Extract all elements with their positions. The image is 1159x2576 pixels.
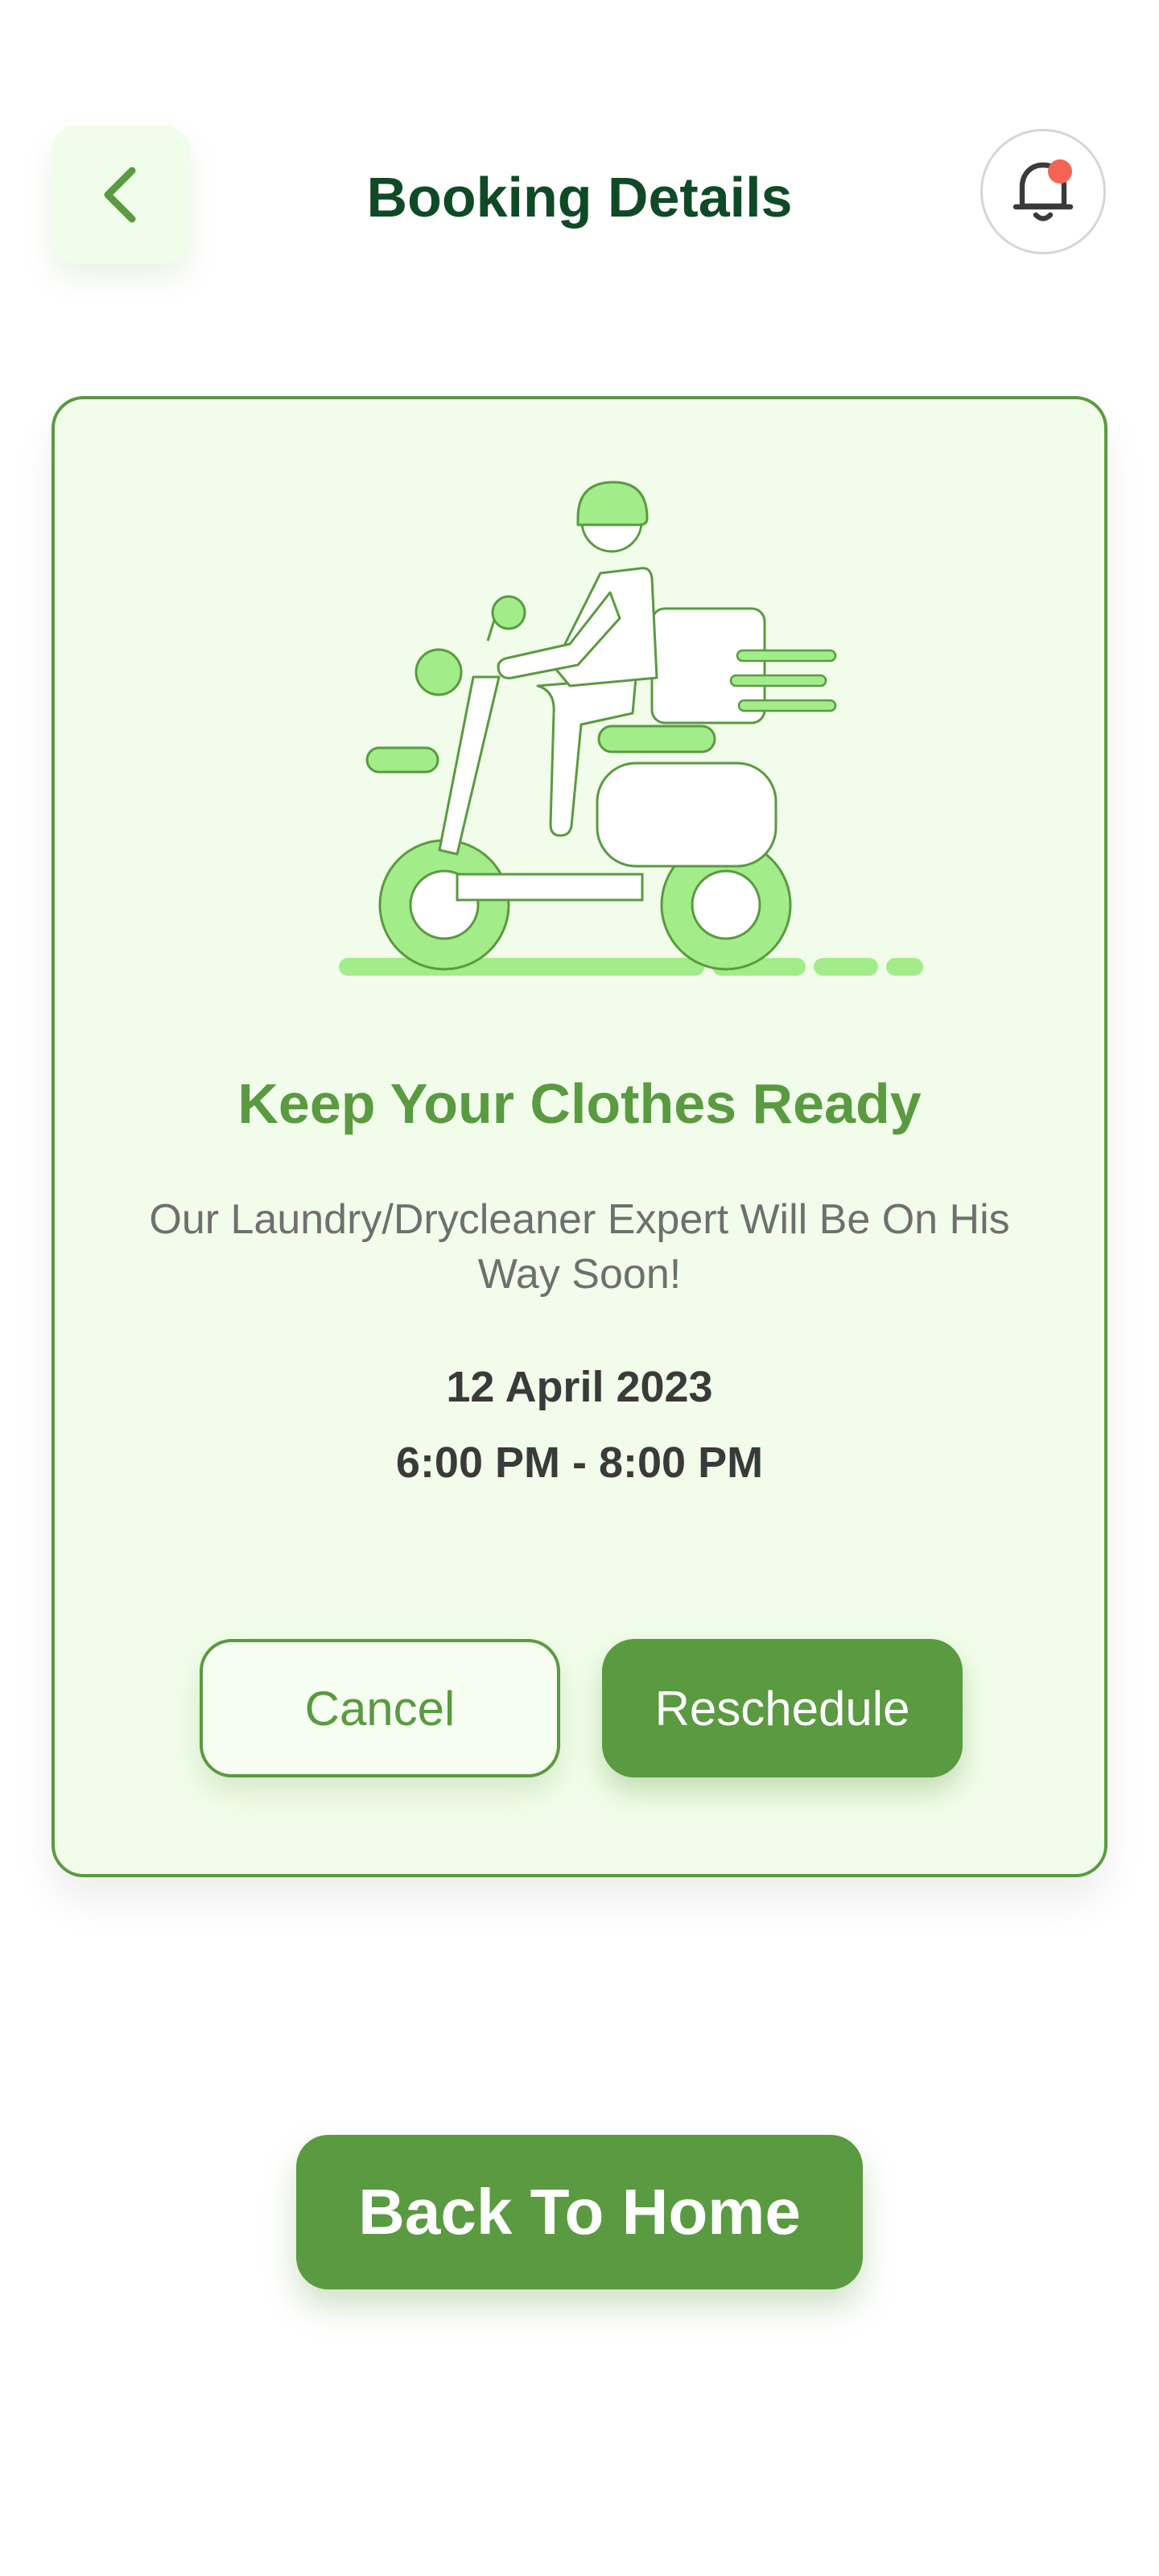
- reschedule-button[interactable]: Reschedule: [602, 1639, 963, 1777]
- booking-date: 12 April 2023: [446, 1363, 713, 1411]
- card-subtitle: Our Laundry/Drycleaner Expert Will Be On…: [149, 1196, 1010, 1298]
- back-to-home-button[interactable]: Back To Home: [296, 2135, 863, 2289]
- booking-card: Keep Your Clothes Ready Our Laundry/Dryc…: [52, 396, 1107, 1877]
- booking-time-slot: 6:00 PM - 8:00 PM: [395, 1439, 764, 1487]
- scooter-body: [596, 762, 777, 868]
- delivery-scooter-illustration: [339, 481, 923, 976]
- cancel-button[interactable]: Cancel: [200, 1639, 560, 1777]
- helmet: [576, 481, 649, 526]
- notification-button[interactable]: [980, 129, 1106, 254]
- card-heading: Keep Your Clothes Ready: [237, 1072, 922, 1135]
- bell-icon: [1013, 159, 1074, 221]
- notification-dot: [1048, 159, 1072, 184]
